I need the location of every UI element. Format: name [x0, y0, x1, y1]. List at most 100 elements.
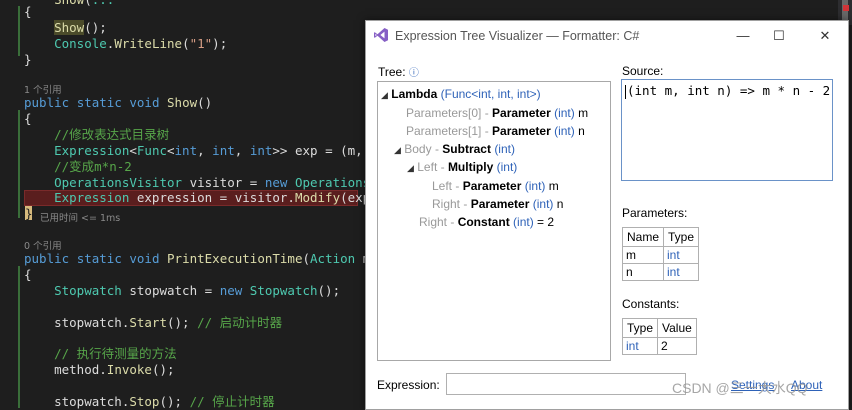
code-fragment: void	[129, 251, 160, 266]
node-prefix: Right -	[432, 197, 471, 211]
code-fragment: (	[302, 251, 311, 266]
expand-arrow-icon[interactable]: ◢	[381, 90, 388, 100]
column-header[interactable]: Type	[621, 318, 659, 338]
code-fragment: Invoke	[106, 362, 152, 377]
code-fragment: (	[182, 36, 190, 51]
expand-arrow-icon[interactable]: ◢	[407, 163, 414, 173]
node-name: Parameter	[470, 197, 530, 211]
node-prefix: Left -	[432, 179, 463, 193]
change-marker	[18, 266, 20, 408]
info-icon[interactable]: ⓘ	[409, 68, 419, 79]
code-fragment: new	[264, 175, 288, 190]
node-type: (int)	[554, 106, 575, 120]
code-fragment: stopwatch =	[121, 283, 220, 298]
code-line: // 执行待测量的方法	[24, 346, 177, 362]
code-fragment: static	[76, 95, 122, 110]
source-text: (int m, int n) => m * n - 2	[627, 83, 831, 98]
tree-node-parameter-1[interactable]: Parameters[1] - Parameter (int) n	[406, 124, 585, 139]
text-caret	[625, 84, 626, 99]
elapsed-time-hint: 已用时间 <= 1ms	[40, 213, 121, 224]
code-line: }	[24, 52, 32, 68]
source-textbox[interactable]: (int m, int n) => m * n - 2	[621, 79, 833, 181]
table-row[interactable]: int 2	[621, 337, 697, 355]
expand-arrow-icon[interactable]: ◢	[394, 145, 401, 155]
node-name: Parameter	[492, 106, 551, 120]
code-fragment: ()	[197, 95, 213, 110]
code-fragment: ();	[317, 283, 341, 298]
code-fragment: new	[219, 283, 243, 298]
editor-gutter	[0, 0, 6, 408]
code-line: Show();	[24, 20, 107, 36]
node-name: Lambda	[391, 87, 438, 101]
code-fragment: "1"	[189, 36, 213, 51]
node-name: Constant	[457, 215, 510, 229]
tree-node-parameter-0[interactable]: Parameters[0] - Parameter (int) m	[406, 106, 588, 121]
code-line: public static void Show()	[24, 95, 212, 111]
code-fragment: OperationsVisitor	[24, 175, 183, 190]
node-type: (int)	[496, 160, 518, 174]
minimize-button[interactable]: —	[732, 26, 754, 46]
code-fragment: Stop	[129, 394, 160, 409]
node-type: (int)	[554, 124, 575, 138]
code-fragment: Start	[129, 315, 167, 330]
code-fragment: }	[24, 52, 32, 67]
table-cell: int	[663, 263, 700, 281]
maximize-button[interactable]: ☐	[768, 26, 790, 46]
parameters-label: Parameters:	[622, 206, 688, 220]
code-line: stopwatch.Start(); // 启动计时器	[24, 315, 282, 331]
code-fragment: Show	[54, 20, 85, 35]
tree-node-left-multiply[interactable]: ◢ Left - Multiply (int)	[407, 160, 517, 176]
column-header[interactable]: Name	[621, 227, 665, 247]
reference-count-lens[interactable]: 0 个引用	[24, 238, 62, 252]
code-fragment	[24, 20, 54, 35]
node-name: Multiply	[447, 160, 494, 174]
code-fragment: Expression	[24, 190, 130, 205]
reference-count-lens[interactable]: 1 个引用	[24, 82, 62, 96]
table-row[interactable]: m int	[621, 246, 700, 264]
node-prefix: Left -	[413, 160, 448, 174]
code-fragment: //变成m*n-2	[24, 159, 132, 174]
code-fragment	[69, 95, 77, 110]
parameters-table[interactable]: Name Type m int n int	[621, 227, 700, 281]
node-value: m	[545, 179, 559, 193]
table-row[interactable]: n int	[621, 263, 700, 281]
code-fragment: ();	[84, 20, 107, 35]
code-fragment: Func	[136, 143, 167, 158]
code-fragment: {	[24, 267, 32, 282]
code-line: Console.WriteLine("1");	[24, 36, 227, 52]
code-fragment: );	[212, 36, 228, 51]
node-prefix: Parameters[0] -	[406, 106, 493, 120]
table-cell: int	[621, 337, 659, 355]
title-bar[interactable]: Expression Tree Visualizer — Formatter: …	[366, 21, 848, 51]
scrollbar-thumb[interactable]	[842, 0, 848, 22]
tree-node-lambda[interactable]: ◢ Lambda (Func<int, int, int>)	[381, 87, 541, 103]
tree-node-left-parameter[interactable]: Left - Parameter (int) m	[432, 179, 559, 194]
code-fragment: Show	[167, 95, 198, 110]
constants-table[interactable]: Type Value int 2	[621, 318, 697, 355]
code-fragment	[159, 251, 167, 266]
tree-node-right-constant[interactable]: Right - Constant (int) = 2	[419, 215, 554, 230]
constants-label: Constants:	[622, 297, 680, 311]
column-header[interactable]: Value	[657, 318, 697, 338]
code-line: //修改表达式目录树	[24, 127, 169, 143]
code-fragment: int	[212, 143, 235, 158]
node-prefix: Body -	[400, 142, 443, 156]
code-line: {	[24, 267, 32, 283]
column-header[interactable]: Type	[663, 227, 700, 247]
code-fragment: Stopwatch	[24, 283, 122, 298]
close-button[interactable]: ✕	[814, 26, 836, 46]
code-fragment: int	[174, 143, 198, 158]
code-fragment: int	[249, 143, 273, 158]
table-cell: n	[621, 263, 665, 281]
tree-label: Tree: ⓘ	[378, 64, 419, 79]
node-type: (Func<int, int, int>)	[440, 87, 541, 101]
node-value: m	[574, 106, 589, 120]
expression-input[interactable]	[446, 373, 686, 395]
code-fragment: public	[24, 251, 70, 266]
node-name: Parameter	[492, 124, 551, 138]
code-fragment: WriteLine	[114, 36, 183, 51]
tree-node-right-parameter[interactable]: Right - Parameter (int) n	[432, 197, 563, 212]
tree-node-body[interactable]: ◢ Body - Subtract (int)	[394, 142, 515, 158]
tree-view[interactable]: ◢ Lambda (Func<int, int, int>) Parameter…	[377, 81, 611, 361]
code-fragment: public	[24, 95, 70, 110]
